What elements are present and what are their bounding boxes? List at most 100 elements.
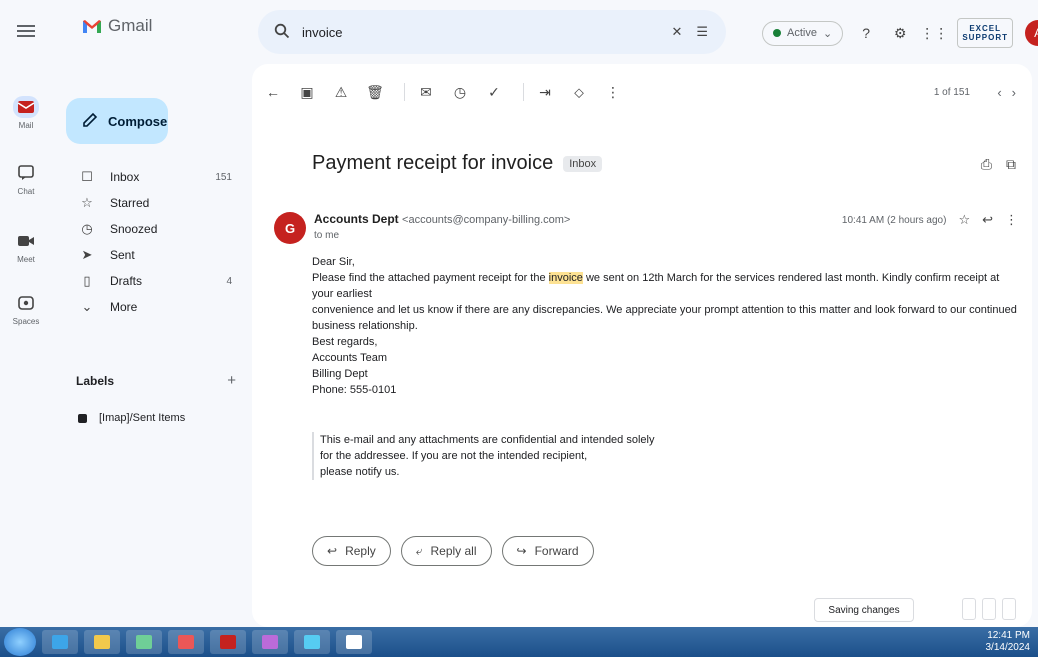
disclaimer-line: please notify us. (320, 466, 400, 478)
label-icon[interactable]: ⬦ (566, 79, 592, 105)
nav-label: Inbox (110, 170, 140, 184)
status-dot-icon (773, 29, 781, 37)
sender-name[interactable]: Accounts Dept (314, 212, 399, 226)
newer-chevron-icon[interactable]: ‹ (997, 85, 1001, 100)
more-vert-icon[interactable]: ⋮ (1005, 212, 1018, 228)
status-label: Active (787, 27, 817, 39)
chevron-down-icon: ⌄ (81, 299, 93, 314)
taskbar-app-icon[interactable] (336, 630, 372, 654)
reply-icon[interactable]: ↩ (982, 212, 993, 228)
video-icon (13, 230, 39, 252)
taskbar-ie-icon[interactable] (42, 630, 78, 654)
rail-item-spaces[interactable]: Spaces (6, 292, 46, 326)
rail-item-chat[interactable]: Chat (6, 162, 46, 196)
panel-toggle-icon[interactable] (962, 598, 976, 620)
label-tag-icon (78, 413, 87, 423)
rail-item-meet[interactable]: Meet (6, 230, 46, 264)
compose-label: Compose (108, 113, 168, 129)
snooze-icon[interactable]: ◷ (447, 79, 473, 105)
clock-time: 12:41 PM (987, 630, 1030, 641)
status-button[interactable]: Active ⌄ (762, 20, 844, 46)
taskbar-chrome-icon[interactable] (168, 630, 204, 654)
message-meta: 10:41 AM (2 hours ago) ☆ ↩ ⋮ (842, 212, 1018, 228)
toolbar-divider (523, 83, 524, 101)
account-avatar[interactable]: A (1025, 20, 1038, 46)
compose-button[interactable]: Compose (66, 98, 168, 144)
nav-item-drafts[interactable]: ▯ Drafts 4 (56, 268, 246, 294)
rail-label: Meet (17, 255, 35, 264)
taskbar-media-icon[interactable] (126, 630, 162, 654)
pager-count: 1 of 151 (933, 86, 970, 98)
sender-address: <accounts@company-billing.com> (402, 214, 571, 226)
signature-name: Accounts Team (312, 352, 388, 364)
inbox-icon: ☐ (81, 169, 93, 184)
closing: Best regards, (312, 336, 378, 348)
help-icon[interactable]: ? (855, 22, 877, 44)
message-time: 10:41 AM (2 hours ago) (841, 214, 947, 226)
nav-item-sent[interactable]: ➤ Sent (56, 242, 246, 268)
panel-toggle-icon[interactable] (982, 598, 996, 620)
more-vert-icon[interactable]: ⋮ (600, 79, 626, 105)
rail-item-mail[interactable]: Mail (6, 96, 46, 130)
nav-label: Starred (110, 196, 150, 210)
archive-icon[interactable]: ▣ (294, 79, 320, 105)
apps-grid-icon[interactable]: ⋮⋮ (920, 22, 948, 44)
nav-label: More (110, 300, 138, 314)
search-bar[interactable]: invoice ✕ ☰ (258, 10, 726, 54)
star-icon[interactable]: ☆ (958, 212, 970, 228)
rail-label: Spaces (12, 317, 40, 326)
nav-count: 4 (226, 275, 232, 287)
inbox-label-chip[interactable]: Inbox (563, 155, 603, 172)
app-rail: Mail Chat Meet Spaces (0, 0, 52, 627)
add-task-icon[interactable]: ✓ (481, 79, 507, 105)
taskbar-app-icon[interactable] (252, 630, 288, 654)
report-spam-icon[interactable]: ⚠ (328, 79, 354, 105)
search-highlight: invoice (548, 272, 583, 284)
forward-label: Forward (534, 544, 579, 558)
signature-company: Billing Dept (312, 368, 368, 380)
print-icon[interactable]: ⎙ (981, 156, 992, 173)
toolbar-divider (404, 83, 405, 101)
recipient-line[interactable]: to me (314, 230, 570, 241)
sender-avatar[interactable]: G (274, 212, 306, 244)
reply-button[interactable]: ↩ Reply (312, 536, 391, 566)
reply-all-label: Reply all (430, 544, 477, 558)
label-item[interactable]: [Imap]/Sent Items (78, 412, 185, 424)
brand-logo[interactable]: EXCEL SUPPORT (957, 18, 1014, 48)
panel-toggle-icon[interactable] (1002, 598, 1016, 620)
chat-icon (13, 162, 39, 184)
back-arrow-icon[interactable]: ← (260, 79, 286, 105)
clear-search-icon[interactable]: ✕ (671, 24, 682, 40)
main-menu-icon[interactable] (17, 22, 35, 40)
reply-all-button[interactable]: ⤶ Reply all (400, 536, 492, 566)
search-icon[interactable] (274, 23, 290, 42)
status-toast: Saving changes (814, 598, 914, 622)
taskbar-explorer-icon[interactable] (84, 630, 120, 654)
nav-item-more[interactable]: ⌄ More (56, 294, 246, 320)
nav-item-snoozed[interactable]: ◷ Snoozed (56, 216, 246, 242)
search-input[interactable]: invoice (302, 25, 342, 40)
gmail-logo[interactable]: Gmail (82, 16, 152, 36)
nav-list: ☐ Inbox 151 ☆ Starred ◷ Snoozed ➤ Sent ▯… (56, 164, 246, 320)
older-chevron-icon[interactable]: › (1012, 85, 1016, 100)
open-new-window-icon[interactable]: ⧉ (1006, 156, 1016, 173)
move-to-icon[interactable]: ⇥ (532, 79, 558, 105)
forward-icon: ↪ (516, 544, 527, 558)
start-button[interactable] (4, 628, 36, 656)
forward-button[interactable]: ↪ Forward (501, 536, 594, 566)
taskbar-app-icon[interactable] (210, 630, 246, 654)
nav-item-starred[interactable]: ☆ Starred (56, 190, 246, 216)
delete-icon[interactable]: 🗑 (362, 79, 388, 105)
mark-unread-icon[interactable]: ✉ (413, 79, 439, 105)
add-label-icon[interactable]: + (227, 372, 236, 389)
settings-gear-icon[interactable]: ⚙ (889, 22, 911, 44)
taskbar-app-icon[interactable] (294, 630, 330, 654)
chevron-down-icon: ⌄ (822, 27, 833, 40)
sender-info: Accounts Dept <accounts@company-billing.… (314, 212, 570, 241)
nav-item-inbox[interactable]: ☐ Inbox 151 (56, 164, 246, 190)
spaces-icon (13, 292, 39, 314)
greeting: Dear Sir, (312, 256, 355, 268)
search-options-icon[interactable]: ☰ (696, 24, 708, 40)
subject-actions: ⎙ ⧉ (981, 156, 1016, 173)
taskbar-clock[interactable]: 12:41 PM 3/14/2024 (986, 627, 1031, 657)
